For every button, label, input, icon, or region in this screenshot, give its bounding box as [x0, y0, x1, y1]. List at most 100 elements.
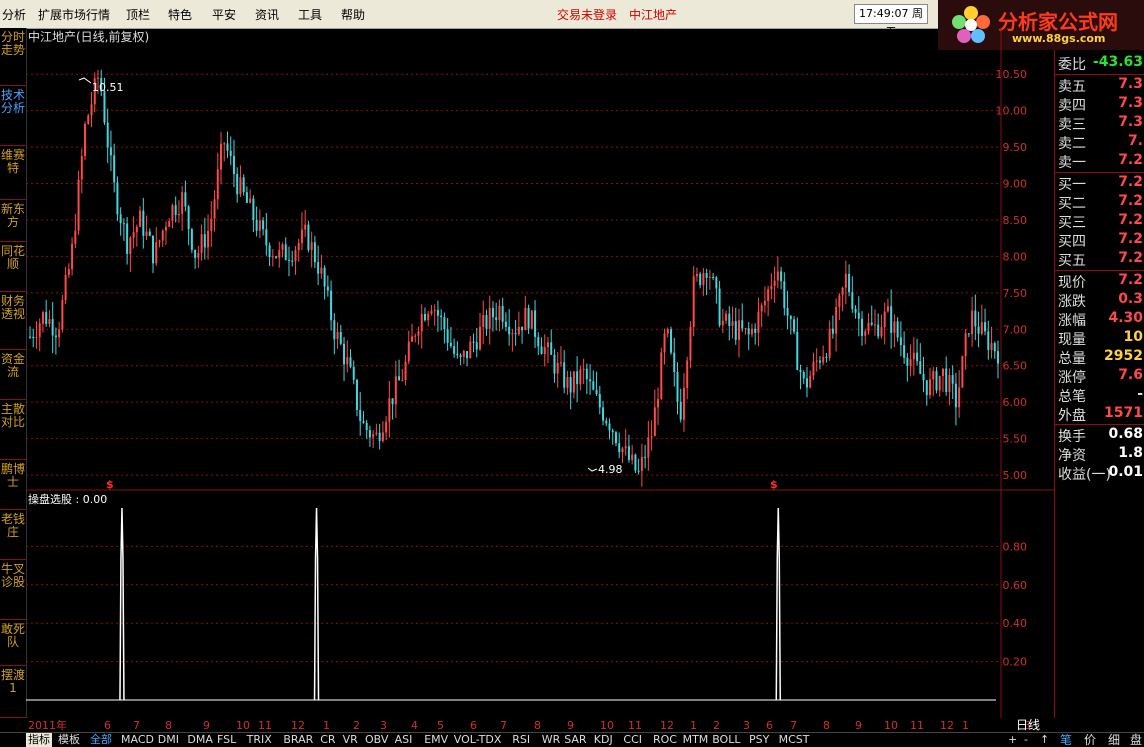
candle-body: [741, 320, 744, 329]
zoom-in-button[interactable]: +: [1008, 733, 1017, 747]
indicator-tab-sar[interactable]: SAR: [564, 733, 586, 747]
tab-baidu[interactable]: 摆渡1: [0, 666, 26, 718]
scroll-up-button[interactable]: ↑: [1040, 733, 1049, 747]
buy2-row[interactable]: 买二 7.2: [1055, 193, 1144, 212]
candle-body: [158, 240, 161, 243]
sell3-row[interactable]: 卖三 7.3: [1055, 114, 1144, 133]
trade-login-status[interactable]: 交易未登录: [557, 6, 617, 23]
tab-main-retail[interactable]: 主散对比: [0, 400, 26, 460]
candle-body: [294, 250, 297, 262]
indicator-tab-fsl[interactable]: FSL: [217, 733, 236, 747]
candle-body: [35, 337, 38, 339]
date-tick-label: 9: [567, 719, 574, 732]
indicator-tab-vol-tdx[interactable]: VOL-TDX: [454, 733, 502, 747]
tab-orderbook[interactable]: 盘: [1130, 733, 1142, 747]
tab-templates[interactable]: 模板: [58, 733, 80, 747]
indicator-tab-brar[interactable]: BRAR: [283, 733, 313, 747]
tab-laoqianzhuang[interactable]: 老钱庄: [0, 510, 26, 560]
indicator-tab-cci[interactable]: CCI: [623, 733, 642, 747]
menu-features[interactable]: 特色: [168, 6, 192, 23]
tab-weisaite[interactable]: 维赛特: [0, 146, 26, 200]
indicator-tab-dmi[interactable]: DMI: [158, 733, 179, 747]
zoom-out-button[interactable]: -: [1024, 733, 1028, 747]
indicator-tab-trix[interactable]: TRIX: [247, 733, 272, 747]
menu-tools[interactable]: 工具: [298, 6, 322, 23]
candle-body: [216, 169, 219, 200]
kline-chart-area[interactable]: 中江地产(日线,前复权) 5.00 5.50 6.00 6.50 7.00 7.50 8.0…: [26, 28, 1054, 718]
candle-body: [731, 321, 734, 326]
tab-intraday[interactable]: 分时走势: [0, 28, 26, 86]
buy4-row[interactable]: 买四 7.2: [1055, 231, 1144, 250]
candle-body: [929, 379, 932, 396]
sell1-row[interactable]: 卖一 7.2: [1055, 152, 1144, 171]
menu-pingan[interactable]: 平安: [212, 6, 236, 23]
candle-body: [793, 319, 796, 332]
tab-indicators[interactable]: 指标: [26, 733, 52, 747]
indicator-tab-cr[interactable]: CR: [320, 733, 335, 747]
buy3-row[interactable]: 买三 7.2: [1055, 212, 1144, 231]
tab-new-orient[interactable]: 新东方: [0, 200, 26, 242]
buy1-row[interactable]: 买一 7.2: [1055, 174, 1144, 193]
menu-help[interactable]: 帮助: [341, 6, 365, 23]
candle-body: [624, 446, 627, 449]
tab-tonghuashun[interactable]: 同花顺: [0, 242, 26, 292]
candle-body: [673, 352, 676, 372]
indicator-tab-wr[interactable]: WR: [542, 733, 561, 747]
buy1-price: 7.2: [1118, 174, 1143, 190]
indicator-tab-mcst[interactable]: MCST: [779, 733, 810, 747]
candle-body: [87, 115, 90, 124]
indicator-tab-obv[interactable]: OBV: [365, 733, 388, 747]
candle-body: [715, 277, 718, 289]
menu-topbar[interactable]: 顶栏: [126, 6, 150, 23]
candle-body: [572, 371, 575, 393]
tab-niucha[interactable]: 牛叉诊股: [0, 560, 26, 620]
tab-capital-flow[interactable]: 资金流: [0, 350, 26, 400]
candle-body: [307, 224, 310, 250]
menu-extended-market[interactable]: 扩展市场行情: [38, 6, 110, 23]
period-label[interactable]: 日线: [1016, 718, 1040, 732]
candle-body: [122, 223, 125, 225]
menu-news[interactable]: 资讯: [255, 6, 279, 23]
indicator-tab-rsi[interactable]: RSI: [512, 733, 530, 747]
candle-body: [236, 174, 239, 195]
candle-body: [181, 192, 184, 215]
tab-pengboshi[interactable]: 鹏博士: [0, 460, 26, 510]
date-tick-label: 8: [823, 719, 830, 732]
sell5-row[interactable]: 卖五 7.3: [1055, 76, 1144, 95]
indicator-tab-vr[interactable]: VR: [343, 733, 358, 747]
indicator-tab-emv[interactable]: EMV: [424, 733, 448, 747]
candle-body: [605, 420, 608, 424]
tab-prices[interactable]: 价: [1084, 733, 1096, 747]
tab-all-indicators[interactable]: 全部: [90, 733, 112, 747]
candle-body: [194, 249, 197, 258]
candle-body: [864, 331, 867, 336]
indicator-tab-roc[interactable]: ROC: [653, 733, 677, 747]
buy4-label: 买四: [1058, 234, 1086, 250]
candle-body: [799, 369, 802, 372]
candle-body: [443, 317, 446, 330]
tab-trades[interactable]: 笔: [1060, 733, 1072, 747]
candle-body: [909, 359, 912, 366]
tab-financial[interactable]: 财务透视: [0, 292, 26, 350]
date-tick-label: 12: [660, 719, 674, 732]
candle-body: [815, 360, 818, 362]
indicator-tab-asi[interactable]: ASI: [395, 733, 413, 747]
indicator-tab-psy[interactable]: PSY: [749, 733, 769, 747]
sell4-row[interactable]: 卖四 7.3: [1055, 95, 1144, 114]
indicator-tab-boll[interactable]: BOLL: [712, 733, 740, 747]
indicator-tab-kdj[interactable]: KDJ: [594, 733, 613, 747]
indicator-tab-dma[interactable]: DMA: [187, 733, 213, 747]
sell2-row[interactable]: 卖二 7.: [1055, 133, 1144, 152]
menu-analysis[interactable]: 分析: [2, 6, 26, 23]
date-tick-label: 2011年: [28, 718, 67, 732]
buy5-row[interactable]: 买五 7.2: [1055, 250, 1144, 269]
indicator-tab-macd[interactable]: MACD: [121, 733, 154, 747]
candle-body: [608, 423, 611, 431]
candle-body: [738, 320, 741, 340]
indicator-tab-mtm[interactable]: MTM: [683, 733, 709, 747]
tab-gansidui[interactable]: 敢死队: [0, 620, 26, 666]
candle-body: [326, 286, 329, 291]
candle-body: [242, 177, 245, 193]
tab-details[interactable]: 细: [1108, 733, 1120, 747]
tab-technical-analysis[interactable]: 技术分析: [0, 86, 26, 146]
